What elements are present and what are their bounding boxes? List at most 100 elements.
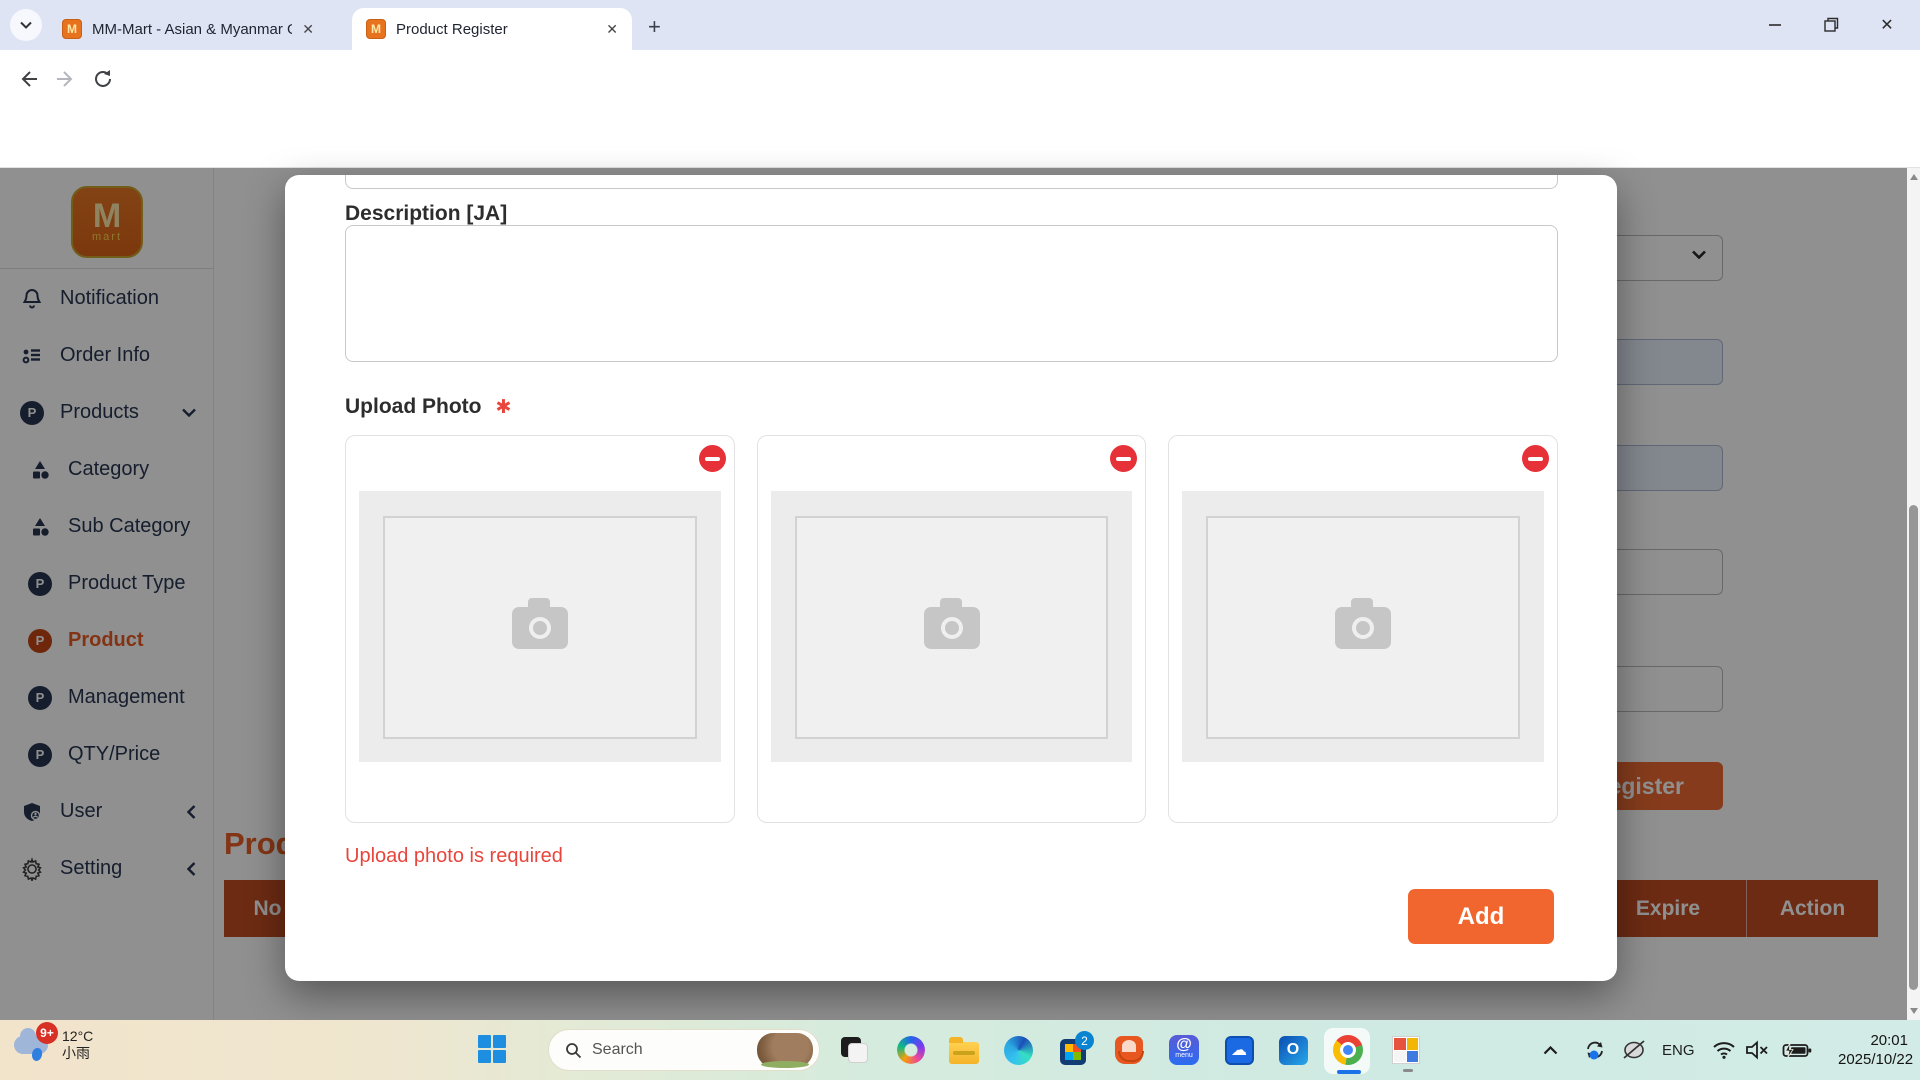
clipped-input-bottom bbox=[345, 175, 1558, 189]
photo-dropzone[interactable] bbox=[771, 491, 1133, 762]
chrome-taskbar-button[interactable] bbox=[1332, 1034, 1364, 1066]
camera-icon bbox=[512, 607, 568, 649]
tiles-app-icon bbox=[1392, 1036, 1420, 1064]
photo-upload-row bbox=[345, 435, 1558, 823]
back-button[interactable] bbox=[14, 64, 44, 94]
wifi-icon bbox=[1712, 1041, 1736, 1059]
tab-close-icon[interactable]: ✕ bbox=[606, 21, 618, 38]
required-asterisk: ✱ bbox=[495, 397, 511, 418]
chrome-logo-icon bbox=[1333, 1035, 1363, 1065]
photo-upload-slot-2[interactable] bbox=[757, 435, 1147, 823]
touchpad-disabled-button[interactable] bbox=[1620, 1034, 1648, 1066]
copilot-button[interactable] bbox=[895, 1034, 927, 1066]
window-close-button[interactable]: ✕ bbox=[1859, 0, 1915, 50]
store-count-badge: 2 bbox=[1075, 1031, 1094, 1050]
tray-date: 2025/10/22 bbox=[1838, 1050, 1908, 1069]
minimize-icon bbox=[1767, 17, 1783, 33]
windows-taskbar: 9+ 12°C 小雨 Search 2 @menu ☁ O bbox=[0, 1020, 1920, 1080]
forward-button[interactable] bbox=[50, 64, 80, 94]
battery-charging-icon bbox=[1782, 1041, 1812, 1059]
scrollbar-up-arrow-icon[interactable] bbox=[1910, 174, 1918, 180]
outlook-button[interactable]: O bbox=[1277, 1034, 1309, 1066]
cloud-app-icon: ☁ bbox=[1225, 1036, 1254, 1065]
at-menu-label: menu bbox=[1175, 1050, 1193, 1061]
remove-photo-icon[interactable] bbox=[1522, 445, 1549, 472]
product-register-modal: Description [JA] Upload Photo ✱ Upload ph… bbox=[285, 175, 1617, 981]
browser-tab-strip: M MM-Mart - Asian & Myanmar G ✕ M Produc… bbox=[0, 0, 1920, 50]
photo-upload-slot-3[interactable] bbox=[1168, 435, 1558, 823]
battery-button[interactable] bbox=[1782, 1034, 1812, 1066]
task-view-button[interactable] bbox=[838, 1034, 870, 1066]
remove-photo-icon[interactable] bbox=[1110, 445, 1137, 472]
tab-title: MM-Mart - Asian & Myanmar G bbox=[92, 21, 292, 38]
remove-photo-icon[interactable] bbox=[699, 445, 726, 472]
at-glyph: @ bbox=[1176, 1039, 1192, 1050]
tray-time: 20:01 bbox=[1838, 1031, 1908, 1050]
microsoft-store-button[interactable]: 2 bbox=[1057, 1034, 1089, 1066]
upload-required-error: Upload photo is required bbox=[345, 845, 563, 868]
weather-temperature: 12°C bbox=[62, 1028, 93, 1045]
notification-count-badge: 9+ bbox=[36, 1022, 58, 1044]
clock[interactable]: 20:01 2025/10/22 bbox=[1838, 1031, 1908, 1069]
description-ja-textarea[interactable] bbox=[345, 225, 1558, 362]
chevron-down-icon bbox=[20, 21, 32, 29]
window-minimize-button[interactable] bbox=[1747, 0, 1803, 50]
sync-icon bbox=[1582, 1037, 1608, 1063]
tiles-app-button[interactable] bbox=[1390, 1034, 1422, 1066]
tab-mm-mart[interactable]: M MM-Mart - Asian & Myanmar G ✕ bbox=[48, 8, 328, 50]
search-placeholder: Search bbox=[592, 1041, 747, 1059]
back-icon bbox=[18, 68, 40, 90]
upload-photo-label-text: Upload Photo bbox=[345, 395, 481, 418]
cloud-app-button[interactable]: ☁ bbox=[1223, 1034, 1255, 1066]
page-scrollbar[interactable] bbox=[1907, 168, 1920, 1020]
camera-icon bbox=[924, 607, 980, 649]
file-explorer-button[interactable] bbox=[948, 1034, 980, 1066]
tab-product-register[interactable]: M Product Register ✕ bbox=[352, 8, 632, 50]
mouse-off-icon bbox=[1620, 1038, 1648, 1062]
maximize-icon bbox=[1823, 17, 1839, 33]
taskbar-search-box[interactable]: Search bbox=[548, 1029, 820, 1071]
favicon-mmart-icon: M bbox=[366, 19, 386, 39]
copilot-icon bbox=[897, 1036, 925, 1064]
at-menu-icon: @menu bbox=[1169, 1035, 1199, 1065]
browser-toolbar: mmmart.jp/admin/productregister ☆ ⋮ bbox=[0, 50, 1920, 108]
active-app-indicator bbox=[1337, 1070, 1361, 1074]
running-app-indicator bbox=[1403, 1069, 1413, 1072]
description-ja-label: Description [JA] bbox=[345, 202, 507, 226]
search-icon bbox=[565, 1042, 582, 1059]
upload-photo-label: Upload Photo ✱ bbox=[345, 395, 511, 419]
tray-expand-button[interactable] bbox=[1543, 1034, 1558, 1066]
volume-mute-icon bbox=[1744, 1040, 1770, 1060]
scrollbar-thumb[interactable] bbox=[1909, 505, 1918, 990]
camera-icon bbox=[1335, 607, 1391, 649]
favicon-mmart-icon: M bbox=[62, 19, 82, 39]
weather-condition: 小雨 bbox=[62, 1045, 93, 1062]
reload-button[interactable] bbox=[88, 64, 118, 94]
tab-close-icon[interactable]: ✕ bbox=[302, 21, 314, 38]
weather-rain-icon: 9+ bbox=[14, 1028, 54, 1062]
new-tab-button[interactable]: + bbox=[648, 14, 661, 40]
forward-icon bbox=[54, 68, 76, 90]
photo-upload-slot-1[interactable] bbox=[345, 435, 735, 823]
at-menu-app-button[interactable]: @menu bbox=[1168, 1034, 1200, 1066]
start-button[interactable] bbox=[478, 1035, 508, 1065]
window-maximize-button[interactable] bbox=[1803, 0, 1859, 50]
volume-mute-button[interactable] bbox=[1744, 1034, 1770, 1066]
chevron-up-icon bbox=[1543, 1046, 1558, 1055]
add-button[interactable]: Add bbox=[1408, 889, 1554, 944]
photo-dropzone[interactable] bbox=[1182, 491, 1544, 762]
scrollbar-down-arrow-icon[interactable] bbox=[1910, 1008, 1918, 1014]
wifi-button[interactable] bbox=[1712, 1034, 1736, 1066]
sync-status-button[interactable] bbox=[1582, 1034, 1608, 1066]
photo-dropzone[interactable] bbox=[359, 491, 721, 762]
weather-widget[interactable]: 9+ 12°C 小雨 bbox=[14, 1028, 93, 1062]
language-indicator[interactable]: ENG bbox=[1662, 1034, 1695, 1066]
reload-icon bbox=[92, 68, 114, 90]
file-explorer-icon bbox=[949, 1042, 979, 1064]
edge-button[interactable] bbox=[1002, 1034, 1034, 1066]
edge-icon bbox=[1004, 1036, 1033, 1065]
tab-search-chevron-button[interactable] bbox=[10, 9, 42, 41]
chrome-infobar: Google Chrome を既定のブラウザに設定して、タスクバーに固定する デ… bbox=[0, 108, 1920, 168]
headset-person-icon bbox=[1115, 1036, 1143, 1064]
support-app-button[interactable] bbox=[1113, 1034, 1145, 1066]
